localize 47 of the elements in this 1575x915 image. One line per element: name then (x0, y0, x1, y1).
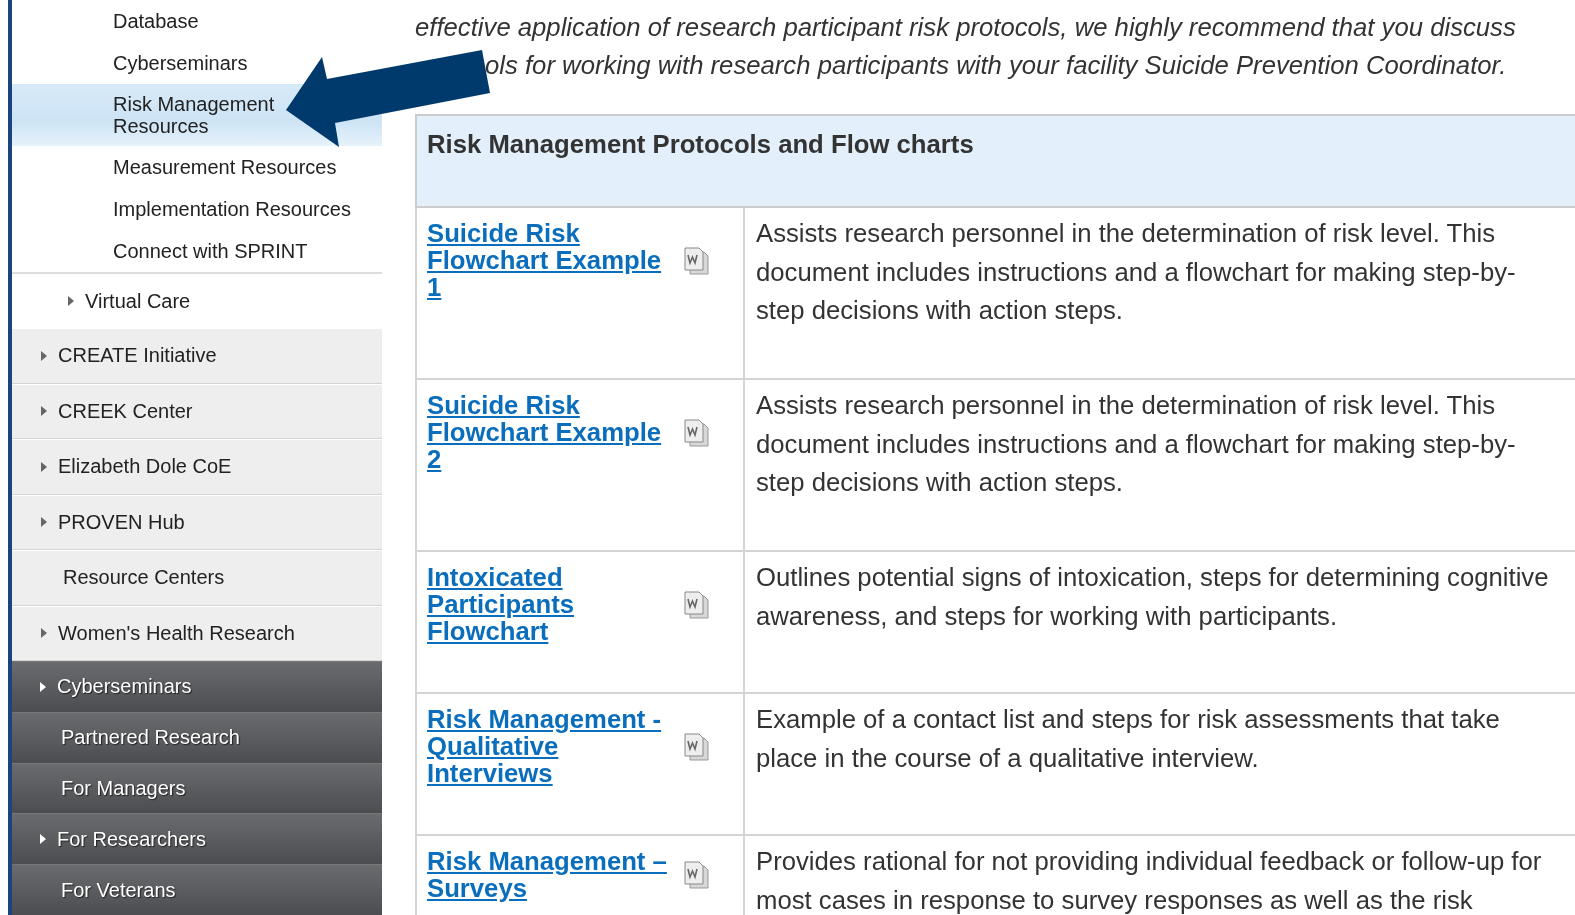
sidebar-item-label: Virtual Care (85, 289, 191, 313)
description-text: Example of a contact list and steps for risk assessments that take place in the course of a qualitative interview. (755, 704, 1501, 774)
sidebar-item[interactable]: Measurement Resources (12, 146, 382, 188)
sidebar-item[interactable]: PROVEN Hub (12, 494, 382, 550)
document-icon (682, 860, 710, 890)
intro-text: ols for working with research participants with your facility Suicide Prevention Coordinator. (484, 50, 1508, 81)
sidebar-item-label: Cyberseminars (113, 52, 248, 74)
sidebar-item[interactable]: CREEK Center (12, 383, 382, 439)
description-text: Outlines potential signs of intoxication, steps for determining cognitive awareness, and steps for working with participants. (755, 562, 1550, 632)
document-icon (682, 417, 710, 448)
sidebar-item[interactable]: Connect with SPRINT (12, 230, 382, 272)
sidebar-item[interactable]: Implementation Resources (12, 188, 382, 230)
description-text: Assists research personnel in the determination of risk level. This document includes instructions and a flowchart for making step-by-step decisions with action steps. (755, 218, 1517, 326)
sidebar-item[interactable]: Partnered Research (12, 711, 382, 763)
sidebar-item[interactable]: Women's Health Research (12, 605, 382, 661)
sidebar-item[interactable]: Resource Centers (12, 550, 382, 606)
sidebar-item-label: Women's Health Research (58, 621, 295, 645)
sidebar-item[interactable]: For Managers (12, 762, 382, 814)
sidebar-item[interactable]: For Researchers (12, 813, 382, 865)
sidebar-item-label: Implementation Resources (113, 198, 351, 220)
sidebar-item-label: Resource Centers (63, 566, 225, 590)
sidebar-item-label: For Researchers (57, 827, 206, 851)
sidebar-item-label: Connect with SPRINT (113, 240, 308, 262)
sidebar-item-label: Elizabeth Dole CoE (58, 455, 232, 479)
intro-text: effective application of research participant risk protocols, we highly recommend that you discuss (415, 12, 1517, 43)
document-icon (682, 731, 710, 762)
sidebar-item-label: PROVEN Hub (58, 510, 185, 534)
table-header: Risk Management Protocols and Flow charts (416, 115, 1575, 207)
sidebar-item[interactable]: Database (12, 0, 382, 42)
description-text: Provides rational for not providing individual feedback or follow-up for most cases in response to survey responses as well as the risk (755, 846, 1543, 915)
document-icon (682, 589, 710, 620)
sidebar-item[interactable]: CREATE Initiative (12, 328, 382, 384)
sidebar-item-label: Risk Management Resources (113, 93, 276, 137)
description-text: Assists research personnel in the determination of risk level. This document includes instructions and a flowchart for making step-by-step decisions with action steps. (755, 390, 1517, 498)
sidebar-item-label: Measurement Resources (113, 156, 337, 178)
sidebar-item-label: For Managers (61, 777, 186, 800)
sidebar-item-label: CREATE Initiative (58, 344, 217, 368)
sidebar-item[interactable]: For Veterans (12, 864, 382, 915)
sidebar-item[interactable]: Cyberseminars (12, 42, 382, 84)
sidebar-item-label: For Veterans (61, 878, 176, 902)
sidebar-item-label: Cyberseminars (57, 675, 192, 699)
sidebar-item[interactable]: Elizabeth Dole CoE (12, 439, 382, 495)
sidebar-item[interactable]: Cyberseminars (12, 661, 382, 712)
document-icon (682, 245, 710, 276)
sidebar-item-label: CREEK Center (58, 399, 193, 423)
sidebar-item-label: Database (113, 10, 199, 32)
sidebar-item-label: Partnered Research (61, 726, 240, 750)
